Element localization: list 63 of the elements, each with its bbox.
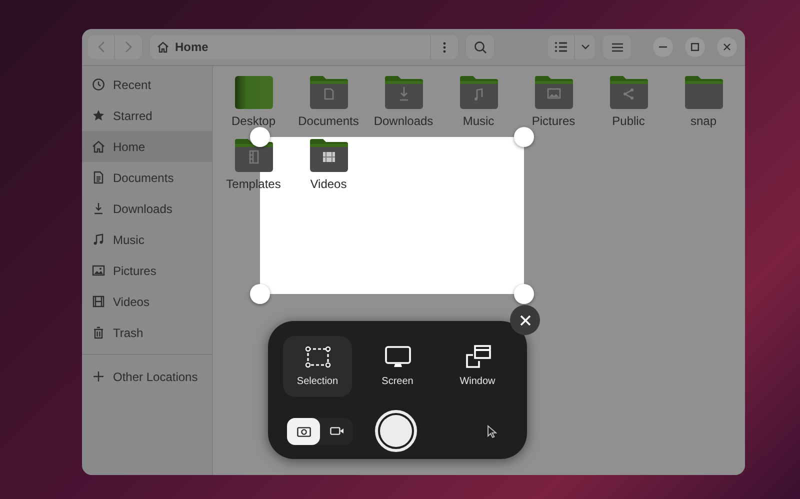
maximize-icon <box>691 43 699 51</box>
pictures-icon <box>92 264 105 277</box>
folder-label: Desktop <box>231 113 276 130</box>
folder-label: Documents <box>298 113 359 130</box>
folder-label: Downloads <box>374 113 434 130</box>
selection-mode-button[interactable]: Selection <box>283 336 352 397</box>
back-icon <box>98 41 104 53</box>
menu-icon <box>612 42 622 52</box>
search-button[interactable] <box>466 35 494 59</box>
chevron-down-icon <box>580 44 590 50</box>
search-icon <box>474 40 486 54</box>
trash-icon <box>92 326 105 339</box>
screen-icon <box>384 344 412 368</box>
folder-label: Pictures <box>532 113 576 130</box>
menu-button[interactable] <box>603 35 631 59</box>
close-icon <box>723 43 731 51</box>
sidebar-item[interactable]: Home <box>82 131 212 162</box>
folder-label: Music <box>462 113 494 130</box>
folder-icon <box>534 75 572 109</box>
folder-icon <box>460 75 498 109</box>
screen-mode-button[interactable]: Screen <box>363 336 432 397</box>
music-icon <box>92 233 105 246</box>
capture-button[interactable] <box>375 410 417 452</box>
close-icon <box>520 314 530 326</box>
minimize-icon <box>659 46 667 48</box>
video-camera-icon <box>330 426 344 436</box>
sidebar-item[interactable]: Documents <box>82 162 212 193</box>
folder-label: snap <box>690 113 717 130</box>
sidebar-item[interactable]: Other Locations <box>82 361 212 392</box>
pointer-icon <box>487 424 497 438</box>
path-label: Home <box>175 39 208 56</box>
home-icon <box>92 140 105 153</box>
videos-icon <box>92 295 105 308</box>
sidebar-item[interactable]: Downloads <box>82 193 212 224</box>
folder-icon <box>234 138 272 172</box>
starred-icon <box>92 109 105 122</box>
selection-icon <box>304 344 332 368</box>
camera-icon <box>296 426 310 436</box>
window-mode-button[interactable]: Window <box>443 336 512 397</box>
folder-icon <box>610 75 648 109</box>
forward-icon <box>125 41 132 53</box>
photo-capture-button[interactable] <box>287 418 320 444</box>
list-icon <box>555 42 567 52</box>
sidebar-item[interactable]: Music <box>82 224 212 255</box>
sidebar-item[interactable]: Starred <box>82 100 212 131</box>
folder-icon <box>684 75 722 109</box>
folder-icon <box>310 75 348 109</box>
folder-label: Videos <box>310 176 347 193</box>
downloads-icon <box>92 202 105 215</box>
desktop-folder-icon <box>234 75 272 109</box>
home-icon <box>157 41 169 53</box>
sidebar-item[interactable]: Videos <box>82 286 212 317</box>
sidebar-item[interactable]: Recent <box>82 69 212 100</box>
path-bar[interactable]: Home <box>150 35 458 59</box>
folder-label: Public <box>612 113 645 130</box>
documents-icon <box>92 171 105 184</box>
folder-icon <box>310 138 348 172</box>
sidebar-item[interactable]: Trash <box>82 317 212 348</box>
window-icon <box>464 344 492 368</box>
folder-icon <box>384 75 422 109</box>
more-icon <box>443 42 446 52</box>
sidebar-item[interactable]: Pictures <box>82 255 212 286</box>
maximize-button[interactable] <box>685 37 705 57</box>
